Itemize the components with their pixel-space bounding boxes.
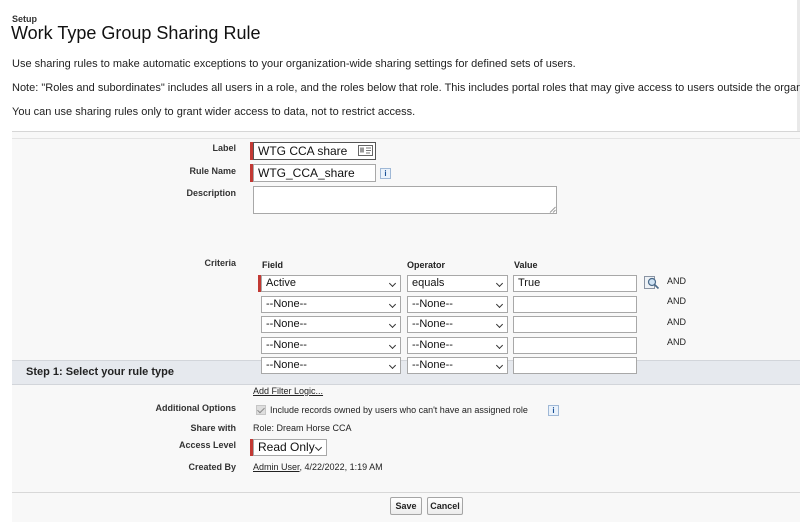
filter-operator-value: --None-- — [412, 339, 453, 351]
field-column-header: Field — [262, 260, 284, 270]
cancel-button[interactable]: Cancel — [427, 497, 463, 515]
include-unassigned-role-checkbox[interactable] — [256, 405, 266, 415]
and-conjunction: AND — [667, 296, 687, 306]
filter-operator-value: --None-- — [412, 318, 453, 330]
filter-operator-value: --None-- — [412, 298, 453, 310]
and-conjunction: AND — [667, 276, 687, 286]
label-input-value: WTG CCA share — [258, 144, 348, 158]
created-by-value: Admin User, 4/22/2022, 1:19 AM — [253, 462, 383, 472]
filter-operator-select-5[interactable]: --None-- — [407, 357, 508, 374]
filter-operator-value: equals — [412, 277, 445, 289]
filter-field-select-1[interactable]: Active — [261, 275, 401, 292]
label-field-label: Label — [212, 143, 236, 153]
share-with-label: Share with — [190, 423, 236, 433]
info-icon[interactable]: i — [548, 405, 559, 416]
resize-grip-icon[interactable] — [549, 206, 556, 213]
operator-column-header: Operator — [407, 260, 446, 270]
add-filter-logic-link[interactable]: Add Filter Logic... — [253, 386, 323, 396]
filter-field-select-5[interactable]: --None-- — [261, 357, 401, 374]
chevron-down-icon — [388, 341, 397, 350]
intro-text-1: Use sharing rules to make automatic exce… — [12, 58, 576, 70]
filter-value-input-1[interactable]: True — [513, 275, 637, 292]
criteria-label: Criteria — [204, 258, 236, 268]
filter-operator-value: --None-- — [412, 359, 453, 371]
access-level-select[interactable]: Read Only — [253, 439, 327, 456]
filter-field-value: Active — [266, 277, 296, 289]
filter-operator-select-1[interactable]: equals — [407, 275, 508, 292]
additional-options-label: Additional Options — [155, 403, 237, 413]
filter-field-select-2[interactable]: --None-- — [261, 296, 401, 313]
created-by-user-link[interactable]: Admin User — [253, 462, 300, 472]
chevron-down-icon — [388, 300, 397, 309]
value-column-header: Value — [514, 260, 538, 270]
save-button[interactable]: Save — [390, 497, 422, 515]
share-with-value: Role: Dream Horse CCA — [253, 423, 352, 433]
info-icon[interactable]: i — [380, 168, 391, 179]
filter-operator-select-2[interactable]: --None-- — [407, 296, 508, 313]
filter-field-value: --None-- — [266, 298, 307, 310]
step1-section-header: Step 1: Select your rule type — [12, 360, 800, 385]
created-by-label: Created By — [188, 462, 236, 472]
chevron-down-icon — [388, 279, 397, 288]
filter-value-input-4[interactable] — [513, 337, 637, 354]
filter-operator-select-4[interactable]: --None-- — [407, 337, 508, 354]
description-field-label: Description — [186, 188, 236, 198]
chevron-down-icon — [495, 300, 504, 309]
panel-divider — [12, 138, 800, 139]
intro-text-3: You can use sharing rules only to grant … — [12, 106, 416, 118]
chevron-down-icon — [388, 320, 397, 329]
rule-name-input-value: WTG_CCA_share — [258, 166, 355, 180]
panel-divider-bottom — [12, 492, 800, 493]
lookup-icon[interactable] — [644, 276, 660, 290]
filter-field-select-4[interactable]: --None-- — [261, 337, 401, 354]
filter-field-value: --None-- — [266, 318, 307, 330]
filter-value-input-2[interactable] — [513, 296, 637, 313]
step1-title: Step 1: Select your rule type — [26, 366, 174, 378]
and-conjunction: AND — [667, 337, 687, 347]
access-level-value: Read Only — [258, 440, 315, 454]
access-level-label: Access Level — [178, 440, 236, 450]
filter-field-value: --None-- — [266, 359, 307, 371]
filter-value-input-5[interactable] — [513, 357, 637, 374]
filter-operator-select-3[interactable]: --None-- — [407, 316, 508, 333]
filter-field-value: --None-- — [266, 339, 307, 351]
rule-name-input[interactable]: WTG_CCA_share — [253, 164, 376, 182]
chevron-down-icon — [388, 361, 397, 370]
filter-field-select-3[interactable]: --None-- — [261, 316, 401, 333]
contact-card-icon[interactable] — [358, 145, 373, 156]
include-unassigned-role-text: Include records owned by users who can't… — [270, 405, 528, 415]
filter-value-text: True — [518, 277, 541, 289]
intro-text-2: Note: "Roles and subordinates" includes … — [12, 82, 800, 94]
chevron-down-icon — [495, 341, 504, 350]
chevron-down-icon — [314, 443, 323, 452]
filter-value-input-3[interactable] — [513, 316, 637, 333]
chevron-down-icon — [495, 361, 504, 370]
chevron-down-icon — [495, 320, 504, 329]
page-title: Work Type Group Sharing Rule — [11, 23, 261, 43]
created-by-date: , 4/22/2022, 1:19 AM — [299, 462, 383, 472]
rule-name-field-label: Rule Name — [189, 166, 236, 176]
chevron-down-icon — [495, 279, 504, 288]
and-conjunction: AND — [667, 317, 687, 327]
description-textarea[interactable] — [253, 186, 557, 214]
